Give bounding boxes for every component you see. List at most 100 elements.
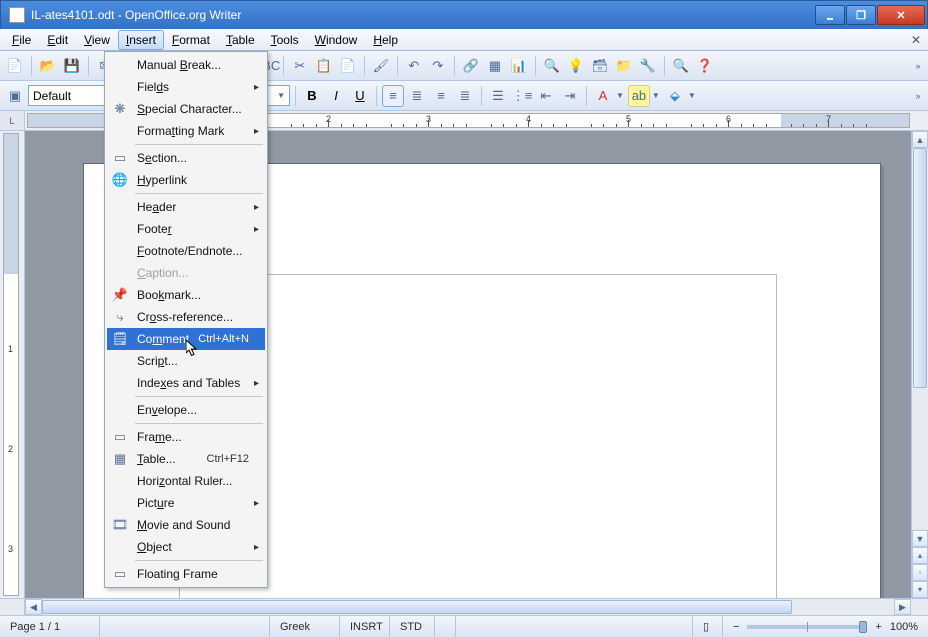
background-color-button[interactable]: ⬙ [664,85,686,107]
menu-item-script[interactable]: Script... [107,350,265,372]
zoom-value[interactable]: 100% [890,621,918,633]
scroll-left-button[interactable]: ◀ [25,599,42,615]
menu-item-hyperlink[interactable]: 🌐Hyperlink [107,169,265,191]
menu-insert[interactable]: Insert [118,30,164,50]
navigation-button[interactable]: ◦ [912,564,928,581]
toolbar-button-14[interactable]: ↷ [427,55,449,77]
status-page[interactable]: Page 1 / 1 [0,616,100,637]
menu-item-indexes-and-tables[interactable]: Indexes and Tables▸ [107,372,265,394]
menu-item-header[interactable]: Header▸ [107,196,265,218]
align-justify-button[interactable]: ≣ [454,85,476,107]
menu-item-section[interactable]: ▭Section... [107,147,265,169]
decrease-indent-button[interactable]: ⇤ [535,85,557,107]
font-color-button[interactable]: A [592,85,614,107]
text-frame[interactable] [179,274,777,598]
zoom-in-icon[interactable]: + [875,621,881,633]
underline-button[interactable]: U [349,85,371,107]
menu-table[interactable]: Table [218,30,263,50]
title-bar: IL-ates4101.odt - OpenOffice.org Writer [0,0,928,29]
toolbar-button-23[interactable]: 🔍 [670,55,692,77]
zoom-out-icon[interactable]: − [733,621,739,633]
toolbar-button-12[interactable]: 🖌 [370,55,392,77]
menu-window[interactable]: Window [307,30,366,50]
status-language[interactable]: Greek [270,616,340,637]
scroll-right-button[interactable]: ▶ [894,599,911,615]
toolbar-button-19[interactable]: 💡 [565,55,587,77]
toolbar-button-2[interactable]: 💾 [61,55,83,77]
chevron-down-icon[interactable]: ▼ [614,91,626,100]
menu-help[interactable]: Help [365,30,406,50]
menu-item-footnote-endnote[interactable]: Footnote/Endnote... [107,240,265,262]
menu-item-object[interactable]: Object▸ [107,536,265,558]
menu-file[interactable]: File [4,30,39,50]
menu-item-comment[interactable]: 🗒CommentCtrl+Alt+N [107,328,265,350]
document-close-button[interactable]: ✕ [904,31,928,49]
minimize-button[interactable] [815,5,845,25]
zoom-slider[interactable] [747,625,867,629]
chevron-down-icon[interactable]: ▼ [686,91,698,100]
menu-item-movie-and-sound[interactable]: 🎞Movie and Sound [107,514,265,536]
maximize-button[interactable] [846,5,876,25]
chevron-down-icon[interactable]: ▼ [650,91,662,100]
status-selection-mode[interactable]: STD [390,616,435,637]
bulleted-list-button[interactable]: ⋮≡ [511,85,533,107]
menu-item-formatting-mark[interactable]: Formatting Mark▸ [107,120,265,142]
horizontal-scrollbar[interactable]: ◀ ▶ [0,598,928,615]
next-page-button[interactable]: ▾ [912,581,928,598]
close-button[interactable] [877,5,925,25]
menu-item-horizontal-ruler[interactable]: Horizontal Ruler... [107,470,265,492]
status-view-layout[interactable]: ▯ [693,616,723,637]
toolbar-button-24[interactable]: ❓ [694,55,716,77]
toolbar-button-13[interactable]: ↶ [403,55,425,77]
menu-item-special-character[interactable]: ❋Special Character... [107,98,265,120]
highlight-button[interactable]: ab [628,85,650,107]
toolbar-button-18[interactable]: 🔍 [541,55,563,77]
status-insert-mode[interactable]: INSRT [340,616,390,637]
scroll-thumb[interactable] [913,148,927,388]
menu-format[interactable]: Format [164,30,218,50]
align-left-button[interactable]: ≡ [382,85,404,107]
menu-item-picture[interactable]: Picture▸ [107,492,265,514]
toolbar-overflow-icon[interactable]: » [912,85,924,107]
menu-item-table[interactable]: ▦Table...Ctrl+F12 [107,448,265,470]
menu-item-cross-reference[interactable]: ⤷Cross-reference... [107,306,265,328]
menu-view[interactable]: View [76,30,118,50]
scroll-up-button[interactable]: ▲ [912,131,928,148]
vertical-scrollbar[interactable]: ▲ ▼ ▴ ◦ ▾ [911,131,928,598]
toolbar-button-1[interactable]: 📂 [37,55,59,77]
scroll-down-button[interactable]: ▼ [912,530,928,547]
status-signature[interactable] [435,616,456,637]
bold-button[interactable]: B [301,85,323,107]
status-style[interactable] [100,616,270,637]
prev-page-button[interactable]: ▴ [912,547,928,564]
toolbar-button-17[interactable]: 📊 [508,55,530,77]
menu-item-envelope[interactable]: Envelope... [107,399,265,421]
menu-item-bookmark[interactable]: 📌Bookmark... [107,284,265,306]
menu-item-fields[interactable]: Fields▸ [107,76,265,98]
numbered-list-button[interactable]: ☰ [487,85,509,107]
menu-item-manual-break[interactable]: Manual Break... [107,54,265,76]
toolbar-button-10[interactable]: 📋 [313,55,335,77]
menu-item-floating-frame[interactable]: ▭Floating Frame [107,563,265,585]
scroll-thumb[interactable] [42,600,792,614]
increase-indent-button[interactable]: ⇥ [559,85,581,107]
align-right-button[interactable]: ≡ [430,85,452,107]
align-center-button[interactable]: ≣ [406,85,428,107]
menu-item-footer[interactable]: Footer▸ [107,218,265,240]
toolbar-button-11[interactable]: 📄 [337,55,359,77]
toolbar-button-9[interactable]: ✂ [289,55,311,77]
menu-edit[interactable]: Edit [39,30,76,50]
italic-button[interactable]: I [325,85,347,107]
toolbar-button-0[interactable]: 📄 [4,55,26,77]
menu-item-frame[interactable]: ▭Frame... [107,426,265,448]
zoom-control[interactable]: − + 100% [723,616,928,637]
toolbar-button-22[interactable]: 🔧 [637,55,659,77]
styles-window-icon[interactable]: ▣ [4,85,26,107]
toolbar-button-16[interactable]: ▦ [484,55,506,77]
vertical-ruler[interactable]: 1 2 3 [0,131,25,598]
toolbar-button-15[interactable]: 🔗 [460,55,482,77]
toolbar-button-20[interactable]: 🗃 [589,55,611,77]
toolbar-button-21[interactable]: 📁 [613,55,635,77]
menu-tools[interactable]: Tools [263,30,307,50]
toolbar-overflow-icon[interactable]: » [912,55,924,77]
